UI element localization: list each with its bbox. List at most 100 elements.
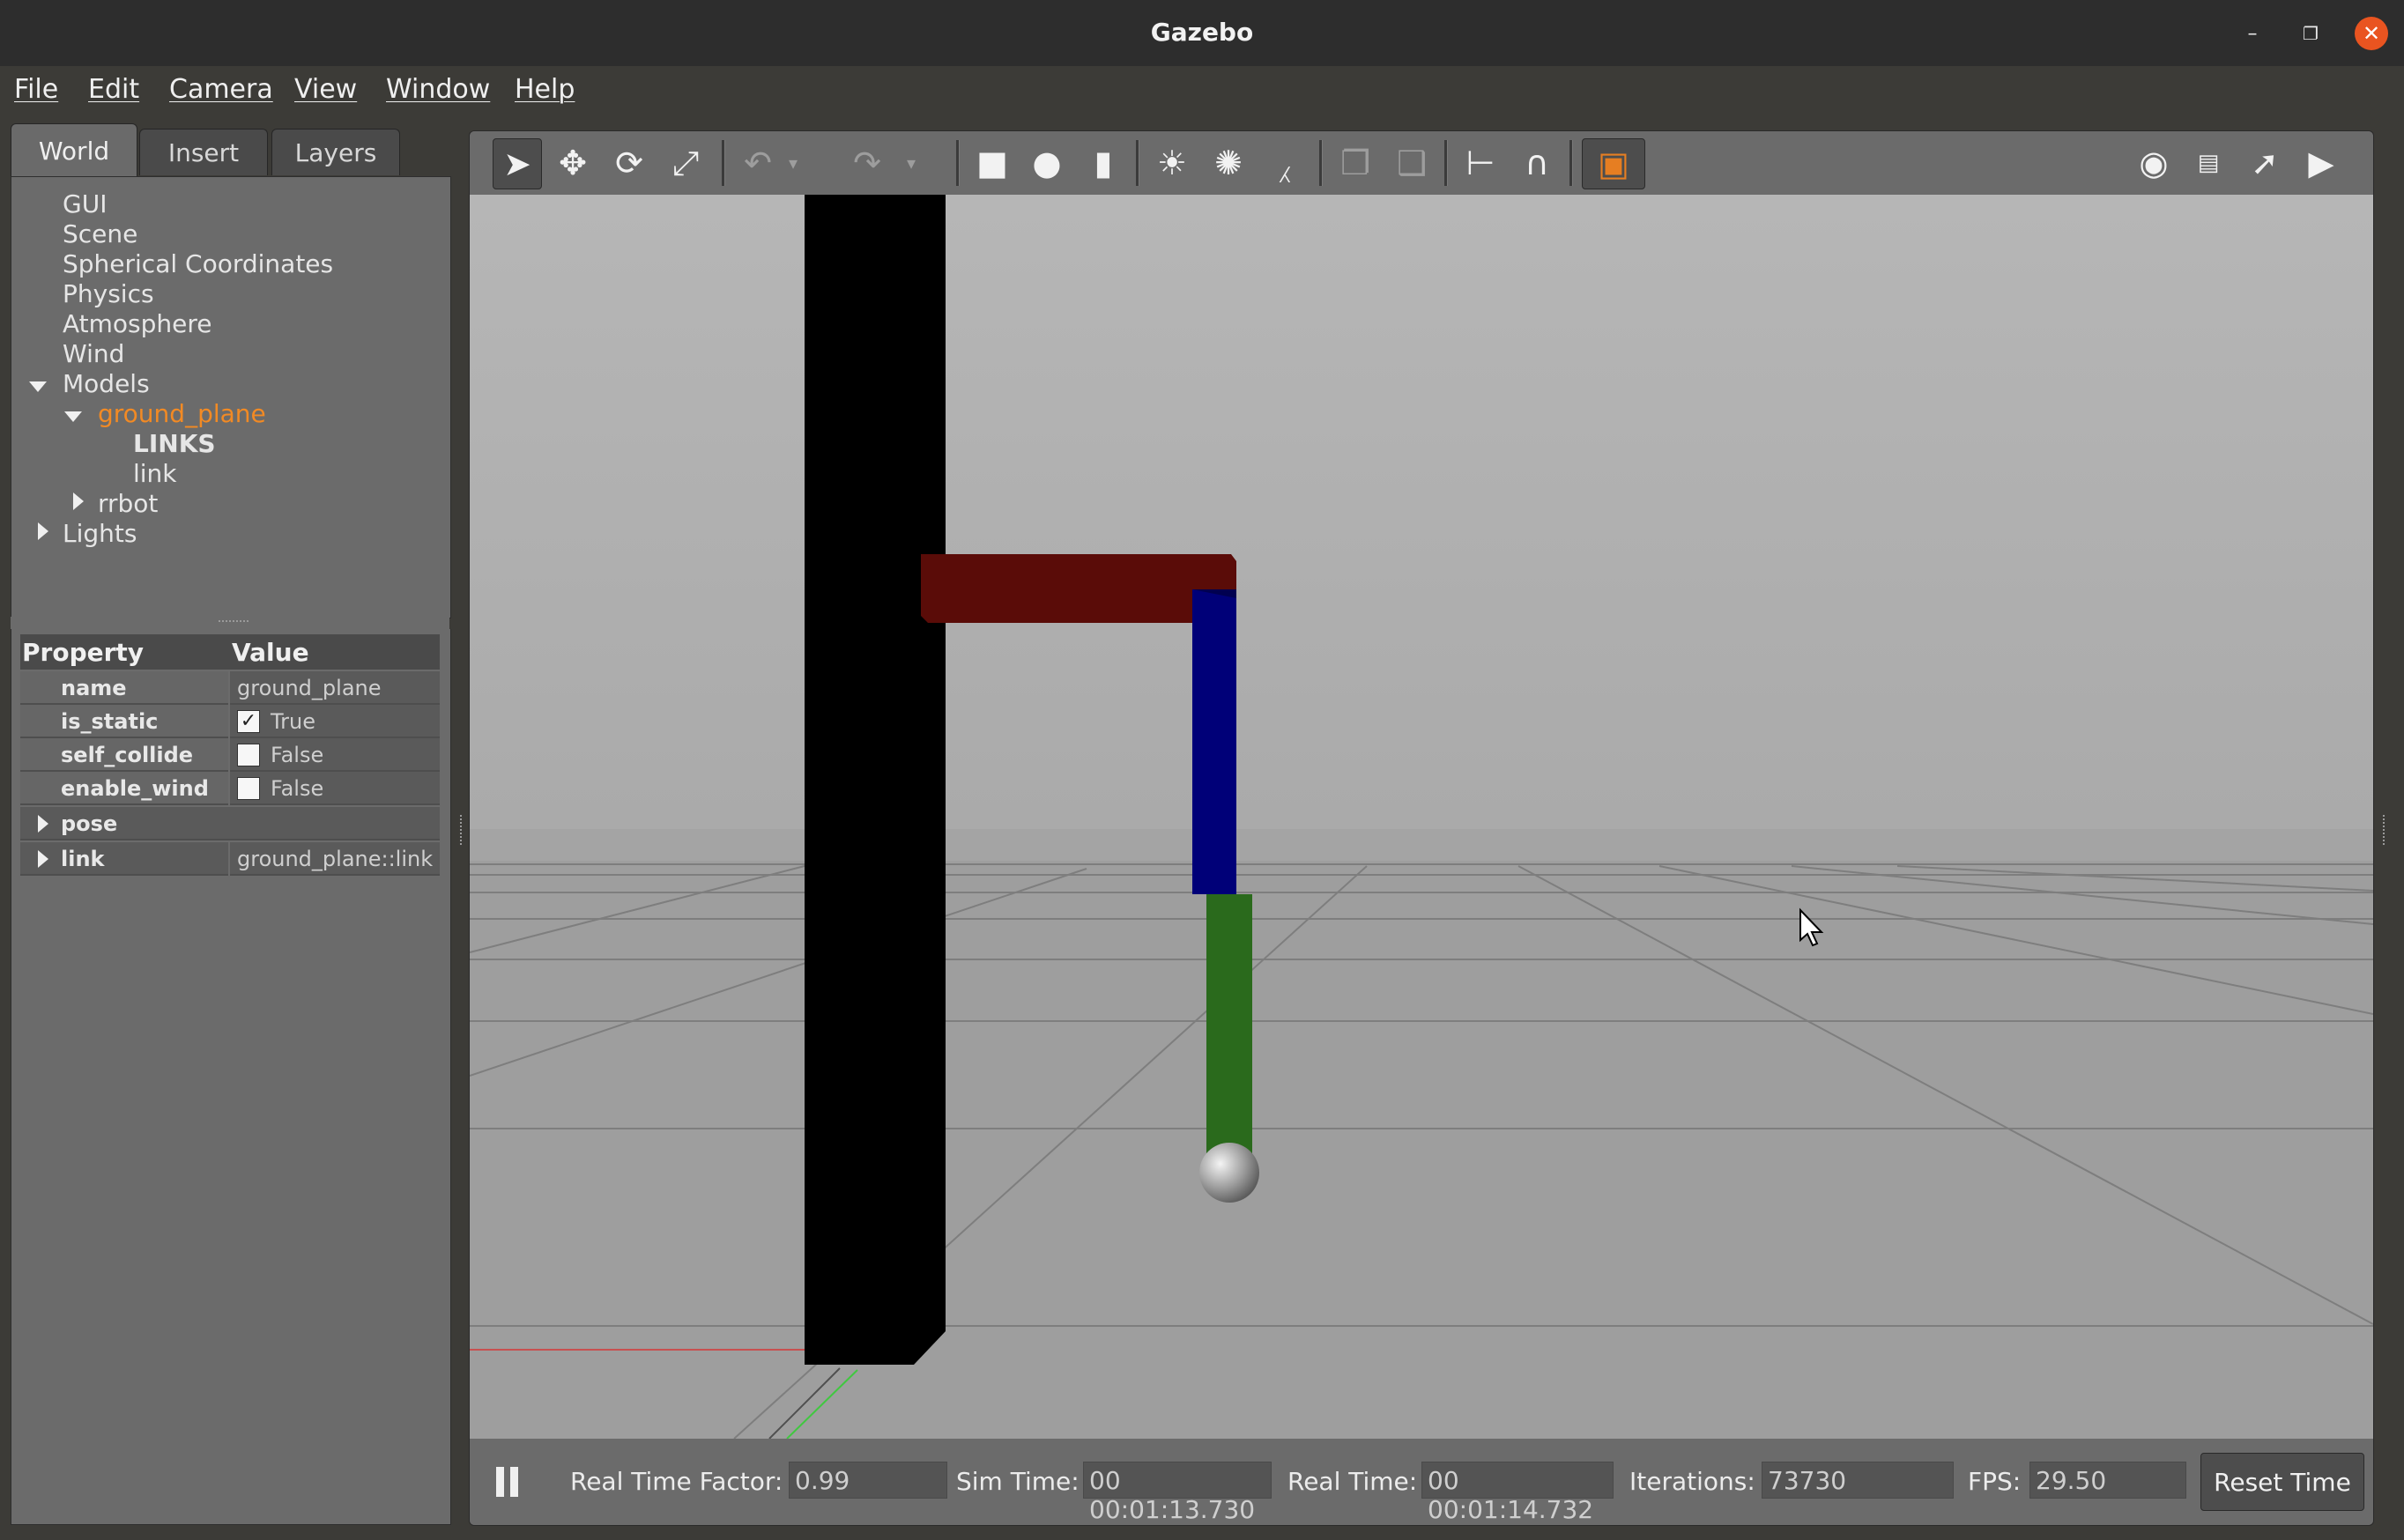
property-key: link: [61, 847, 105, 871]
horizon-band: [470, 829, 2373, 861]
scene-render: [470, 195, 2373, 1439]
property-key: pose: [61, 811, 118, 836]
tree-header-links: LINKS: [133, 429, 216, 458]
menu-edit[interactable]: Edit: [88, 74, 139, 105]
property-row-self-collide: self_collide False: [20, 738, 440, 772]
restore-icon[interactable]: ❐: [2293, 16, 2328, 51]
property-row-enable-wind: enable_wind False: [20, 772, 440, 805]
tab-world[interactable]: World: [11, 123, 137, 177]
undo-icon[interactable]: ↶: [734, 138, 782, 188]
menu-file[interactable]: File: [14, 74, 58, 105]
point-light-icon[interactable]: ☀: [1148, 138, 1196, 188]
expand-link-icon[interactable]: [38, 850, 48, 868]
tab-insert[interactable]: Insert: [139, 129, 268, 175]
menu-camera[interactable]: Camera: [169, 74, 273, 105]
pause-icon[interactable]: [496, 1467, 519, 1497]
expand-ground-plane-icon[interactable]: [64, 411, 82, 422]
enable-wind-checkbox[interactable]: [237, 777, 260, 800]
3d-viewport[interactable]: [470, 195, 2373, 1439]
render-frame: ➤ ✥ ⟳ ⤢ ↶ ▾ ↷ ▾ ■ ● ▮ ☀ ✺ ⁁ ❐ ❑ ⊢ ∩ ▣ ◉ …: [469, 130, 2374, 1526]
fps-field: 29.50: [2029, 1462, 2186, 1499]
redo-icon[interactable]: ↷: [843, 138, 891, 188]
rtf-field: 0.99: [789, 1462, 947, 1499]
translate-mode-icon[interactable]: ✥: [549, 138, 597, 188]
cylinder-shape-icon[interactable]: ▮: [1080, 138, 1127, 188]
end-effector-sphere: [1199, 1143, 1259, 1203]
box-shape-icon[interactable]: ■: [968, 138, 1016, 188]
left-panel-tabs: World Insert Layers: [11, 123, 449, 178]
toolbar: ➤ ✥ ⟳ ⤢ ↶ ▾ ↷ ▾ ■ ● ▮ ☀ ✺ ⁁ ❐ ❑ ⊢ ∩ ▣ ◉ …: [470, 131, 2373, 195]
tree-item-rrbot[interactable]: rrbot: [98, 489, 158, 518]
sim-time-label: Sim Time:: [956, 1467, 1080, 1496]
tree-item-gui[interactable]: GUI: [63, 189, 107, 218]
property-value: True: [271, 709, 315, 734]
minimize-icon[interactable]: –: [2235, 16, 2270, 51]
tree-item-wind[interactable]: Wind: [63, 339, 124, 368]
base-link: [805, 195, 946, 1365]
real-time-value: 00 00:01:14.732: [1428, 1466, 1594, 1524]
expand-models-icon[interactable]: [29, 381, 47, 392]
is-static-checkbox[interactable]: ✓: [237, 710, 260, 733]
title-bar: Gazebo – ❐ ✕: [0, 0, 2404, 67]
tree-item-spherical-coordinates[interactable]: Spherical Coordinates: [63, 249, 333, 278]
tree-item-models[interactable]: Models: [63, 369, 150, 398]
select-mode-icon[interactable]: ➤: [493, 138, 542, 189]
fps-label: FPS:: [1968, 1467, 2022, 1496]
iterations-label: Iterations:: [1629, 1467, 1755, 1496]
redo-dropdown-icon[interactable]: ▾: [898, 138, 924, 188]
panel-splitter-handle[interactable]: [11, 617, 449, 629]
sky-background: [470, 195, 2373, 829]
real-time-label: Real Time:: [1287, 1467, 1418, 1496]
close-icon[interactable]: ✕: [2355, 17, 2388, 50]
tree-item-scene[interactable]: Scene: [63, 219, 137, 248]
rotate-mode-icon[interactable]: ⟳: [605, 138, 653, 188]
expand-lights-icon[interactable]: [38, 522, 48, 540]
left-panel: World Insert Layers GUI Scene Spherical …: [11, 123, 451, 1525]
rtf-label: Real Time Factor:: [570, 1467, 783, 1496]
status-bar: Real Time Factor: 0.99 Sim Time: 00 00:0…: [470, 1439, 2373, 1525]
iterations-field: 73730: [1762, 1462, 1954, 1499]
right-splitter-handle[interactable]: [2376, 123, 2397, 1524]
property-row-pose[interactable]: pose: [20, 807, 440, 840]
link-2: [1192, 589, 1236, 894]
spot-light-icon[interactable]: ✺: [1205, 138, 1252, 188]
world-tree: GUI Scene Spherical Coordinates Physics …: [11, 176, 451, 618]
directional-light-icon[interactable]: ⁁: [1261, 138, 1309, 188]
window-title: Gazebo: [1150, 18, 1254, 47]
undo-dropdown-icon[interactable]: ▾: [780, 138, 806, 188]
copy-icon[interactable]: ❐: [1332, 138, 1379, 188]
tab-layers[interactable]: Layers: [271, 129, 400, 175]
tree-item-ground-plane[interactable]: ground_plane: [98, 399, 266, 428]
real-time-field: 00 00:01:14.732: [1421, 1462, 1614, 1524]
tree-item-atmosphere[interactable]: Atmosphere: [63, 309, 212, 338]
sphere-shape-icon[interactable]: ●: [1023, 138, 1071, 188]
menu-bar: File Edit Camera View Window Help: [0, 66, 2404, 115]
snap-icon[interactable]: ∩: [1513, 138, 1561, 188]
log-icon[interactable]: ▤: [2185, 138, 2232, 188]
scale-mode-icon[interactable]: ⤢: [662, 138, 709, 188]
plot-icon[interactable]: ➚: [2241, 138, 2289, 188]
video-record-icon[interactable]: ▶: [2297, 138, 2345, 188]
link-1: [921, 554, 1236, 623]
sim-time-field: 00 00:01:13.730: [1083, 1462, 1272, 1524]
menu-window[interactable]: Window: [386, 74, 490, 105]
tree-item-link[interactable]: link: [133, 459, 177, 488]
tree-item-lights[interactable]: Lights: [63, 519, 137, 548]
self-collide-checkbox[interactable]: [237, 744, 260, 766]
menu-help[interactable]: Help: [515, 74, 575, 105]
iterations-value: 73730: [1768, 1466, 1847, 1495]
tree-item-physics[interactable]: Physics: [63, 279, 154, 308]
paste-icon[interactable]: ❑: [1388, 138, 1436, 188]
property-row-is-static: is_static ✓ True: [20, 705, 440, 738]
property-value: False: [271, 743, 324, 767]
rtf-value: 0.99: [795, 1466, 850, 1495]
expand-pose-icon[interactable]: [38, 815, 48, 833]
menu-view[interactable]: View: [294, 74, 357, 105]
reset-time-button[interactable]: Reset Time: [2200, 1453, 2364, 1511]
property-row-link[interactable]: link ground_plane::link: [20, 842, 440, 876]
property-value: ground_plane: [237, 676, 382, 700]
expand-rrbot-icon[interactable]: [73, 492, 84, 510]
align-icon[interactable]: ⊢: [1457, 138, 1504, 188]
view-angle-icon[interactable]: ▣: [1582, 138, 1645, 189]
screenshot-icon[interactable]: ◉: [2130, 138, 2178, 188]
